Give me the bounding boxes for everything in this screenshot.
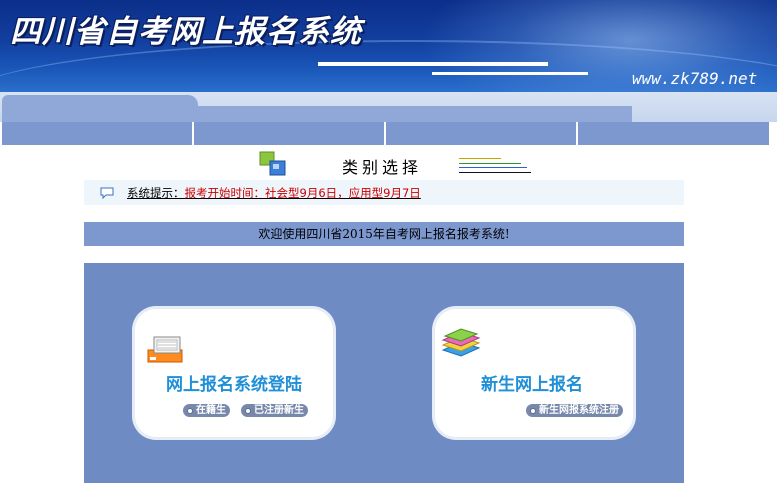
new-student-register-link[interactable]: 新生网报系统注册 xyxy=(526,404,623,417)
header-banner: 四川省自考网上报名系统 www.zk789.net xyxy=(0,0,777,92)
bullet-icon xyxy=(187,407,193,414)
banner-url: www.zk789.net xyxy=(632,69,758,88)
login-title[interactable]: 网上报名系统登陆 xyxy=(166,370,302,395)
nav-strip xyxy=(2,106,632,122)
bullet-icon xyxy=(245,407,251,414)
notice-text[interactable]: 系统提示：报考开始时间：社会型9月6日，应用型9月7日 xyxy=(127,185,421,201)
category-title: 类别选择 xyxy=(342,158,423,177)
nav-item-4[interactable] xyxy=(578,122,769,145)
category-decor-lines xyxy=(459,158,531,176)
bullet-icon xyxy=(530,407,536,414)
nav-item-3[interactable] xyxy=(386,122,576,145)
notice-message: 报考开始时间：社会型9月6日，应用型9月7日 xyxy=(184,185,421,200)
nav-menu xyxy=(0,122,777,146)
banner-title: 四川省自考网上报名系统 xyxy=(10,14,362,50)
notice-prefix: 系统提示： xyxy=(127,185,185,200)
nav-item-1[interactable] xyxy=(2,122,192,145)
category-icon xyxy=(259,151,286,176)
registered-new-student-link[interactable]: 已注册新生 xyxy=(241,404,308,417)
speech-bubble-icon xyxy=(100,187,114,199)
nav-item-2[interactable] xyxy=(194,122,384,145)
banner-decor-line xyxy=(432,72,588,75)
banner-decor-line xyxy=(318,62,548,66)
books-icon xyxy=(441,328,481,357)
computer-icon xyxy=(147,336,183,363)
welcome-bar: 欢迎使用四川省2015年自考网上报名报考系统! xyxy=(84,222,684,246)
new-student-title[interactable]: 新生网上报名 xyxy=(481,370,583,395)
enrolled-student-link[interactable]: 在籍生 xyxy=(183,404,230,417)
system-notice: 系统提示：报考开始时间：社会型9月6日，应用型9月7日 xyxy=(84,180,684,205)
